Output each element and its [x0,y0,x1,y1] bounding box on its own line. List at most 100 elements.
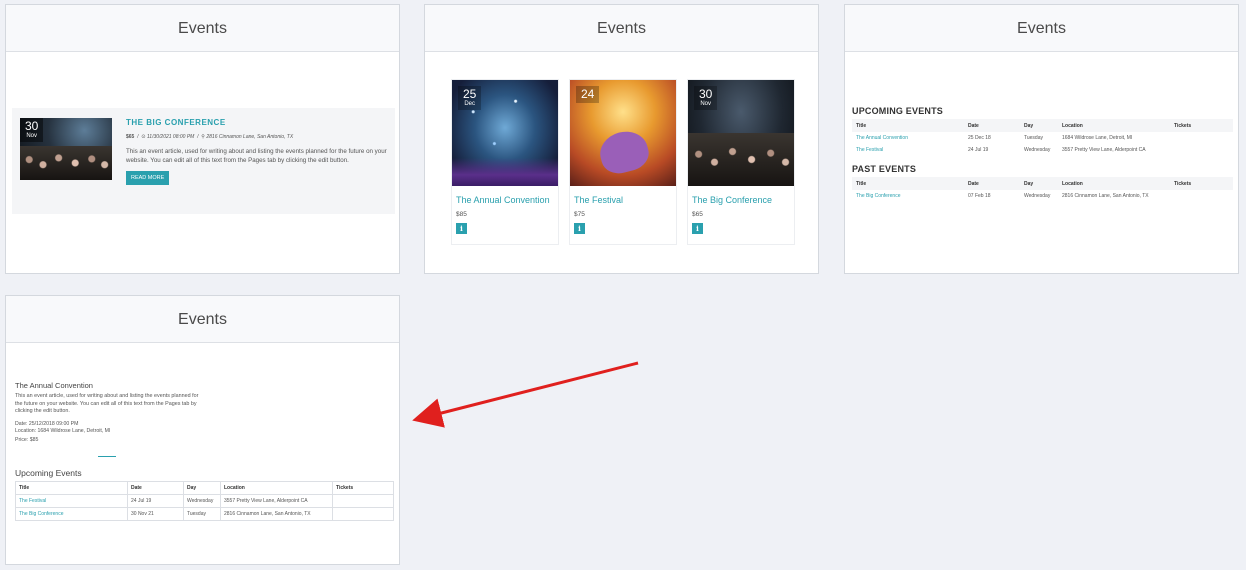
table-row: The Festival 24 Jul 19 Wednesday 3557 Pr… [15,494,394,508]
col-title: Title [852,177,964,190]
date-day: 25 [463,87,477,101]
col-location: Location [1058,119,1170,132]
card-header: Events [6,5,399,52]
info-icon[interactable]: i [456,223,467,234]
event-location: 2816 Cinnamon Lane, San Antonio, TX [1062,193,1149,199]
event-location: 3557 Pretty View Lane, Alderpoint CA [1062,147,1146,153]
events-card-grid[interactable]: Events 25 Dec The Annual Convention $85 … [424,4,819,274]
events-card-table[interactable]: Events UPCOMING EVENTS Title Date Day Lo… [844,4,1239,274]
event-title-link[interactable]: The Festival [15,494,128,508]
location-pin-icon: ⚲ [201,134,205,140]
event-location: 2816 Cinnamon Lane, San Antonio, TX [206,134,294,140]
event-price: $85 [456,211,467,218]
card-body: UPCOMING EVENTS Title Date Day Location … [845,52,1238,273]
event-day: Wednesday [1024,193,1051,199]
card-header: Events [6,296,399,343]
event-description: This an event article, used for writing … [126,148,387,164]
event-detail-date: Date: 25/12/2018 09:00 PM [15,420,79,427]
events-card-detail[interactable]: Events The Annual Convention This an eve… [5,295,400,565]
info-icon[interactable]: i [692,223,703,234]
event-title-link[interactable]: The Big Conference [692,195,794,205]
crowd-graphic [20,145,112,180]
date-day: 24 [581,87,595,101]
col-location: Location [1058,177,1170,190]
event-date: 25 Dec 18 [968,135,991,141]
info-icon[interactable]: i [574,223,585,234]
event-price: $75 [574,211,585,218]
event-image[interactable]: 30 Nov [688,80,794,186]
event-title-link[interactable]: The Big Conference [852,190,964,202]
event-tickets [1170,190,1233,202]
event-image[interactable]: 25 Dec [452,80,558,186]
event-detail-price: Price: $85 [15,436,39,443]
event-tickets [1170,132,1233,144]
date-month: Nov [26,133,38,139]
event-date: 24 Jul 19 [127,494,184,508]
col-date: Date [964,177,1020,190]
event-meta: $65 / ⊙ 11/30/2021 08:00 PM / ⚲ 2816 Cin… [126,134,294,140]
past-events-heading: PAST EVENTS [852,164,917,174]
event-title-link[interactable]: The Festival [574,195,676,205]
table-header-row: Title Date Day Location Tickets [852,177,1233,190]
card-body: 30 Nov THE BIG CONFERENCE $65 / ⊙ 11/30/… [6,52,399,273]
clock-icon: ⊙ [141,134,146,140]
event-detail-location: Location: 1684 Wildrose Lane, Detroit, M… [15,427,111,434]
event-day: Tuesday [183,507,221,521]
grid-item: 25 Dec The Annual Convention $85 i [452,80,558,244]
event-date: 30 Nov 21 [127,507,184,521]
table-row: The Annual Convention 25 Dec 18 Tuesday … [852,132,1233,144]
table-section: UPCOMING EVENTS Title Date Day Location … [852,106,1233,202]
event-day: Wednesday [1024,147,1051,153]
event-day: Wednesday [183,494,221,508]
events-card-list[interactable]: Events 30 Nov THE BIG CONFERENCE $65 / ⊙… [5,4,400,274]
event-title-link[interactable]: The Festival [852,144,964,156]
event-detail: The Annual Convention This an event arti… [15,381,205,444]
past-events-table: Title Date Day Location Tickets The Big … [852,177,1233,202]
date-day: 30 [699,87,713,101]
table-row: The Big Conference 30 Nov 21 Tuesday 281… [15,507,394,521]
col-title: Title [852,119,964,132]
card-body: The Annual Convention This an event arti… [6,343,399,564]
event-title-link[interactable]: The Annual Convention [456,195,558,205]
event-location: 2816 Cinnamon Lane, San Antonio, TX [220,507,333,521]
date-month: Dec [464,101,476,107]
col-date: Date [964,119,1020,132]
event-title-link[interactable]: THE BIG CONFERENCE [126,118,388,127]
event-price: $65 [692,211,703,218]
arrow-line [412,361,639,428]
read-more-button[interactable]: READ MORE [126,171,170,185]
card-header: Events [845,5,1238,52]
table-header-row: Title Date Day Location Tickets [852,119,1233,132]
col-day: Day [1020,177,1058,190]
event-location: 1684 Wildrose Lane, Detroit, MI [1062,135,1133,141]
event-datetime: 11/30/2021 08:00 PM [146,134,195,140]
accent-divider [98,456,116,457]
event-tickets [1170,144,1233,156]
col-date: Date [127,481,184,495]
card-body: 25 Dec The Annual Convention $85 i 24 Th… [425,52,818,273]
crowd-graphic [688,133,794,186]
col-day: Day [183,481,221,495]
event-title-link[interactable]: The Annual Convention [852,132,964,144]
upcoming-events-heading: UPCOMING EVENTS [852,106,944,116]
event-price: $65 [126,134,135,140]
col-title: Title [15,481,128,495]
date-badge: 24 [576,86,600,103]
col-day: Day [1020,119,1058,132]
upcoming-section: Upcoming Events Title Date Day Location … [15,468,394,521]
event-list-item: 30 Nov THE BIG CONFERENCE $65 / ⊙ 11/30/… [12,108,395,214]
event-tickets [332,494,394,508]
event-location: 3557 Pretty View Lane, Alderpoint CA [220,494,333,508]
date-badge: 25 Dec [458,86,482,110]
upcoming-events-table: Title Date Day Location Tickets The Annu… [852,119,1233,156]
event-detail-title: The Annual Convention [15,381,93,390]
date-day: 30 [25,119,39,133]
table-header-row: Title Date Day Location Tickets [15,481,394,495]
event-image[interactable]: 24 [570,80,676,186]
event-image[interactable]: 30 Nov [20,118,112,180]
date-month: Nov [700,101,712,107]
date-badge: 30 Nov [20,118,44,142]
event-title-link[interactable]: The Big Conference [15,507,128,521]
upcoming-events-table: Title Date Day Location Tickets The Fest… [15,481,394,521]
col-tickets: Tickets [1170,119,1233,132]
